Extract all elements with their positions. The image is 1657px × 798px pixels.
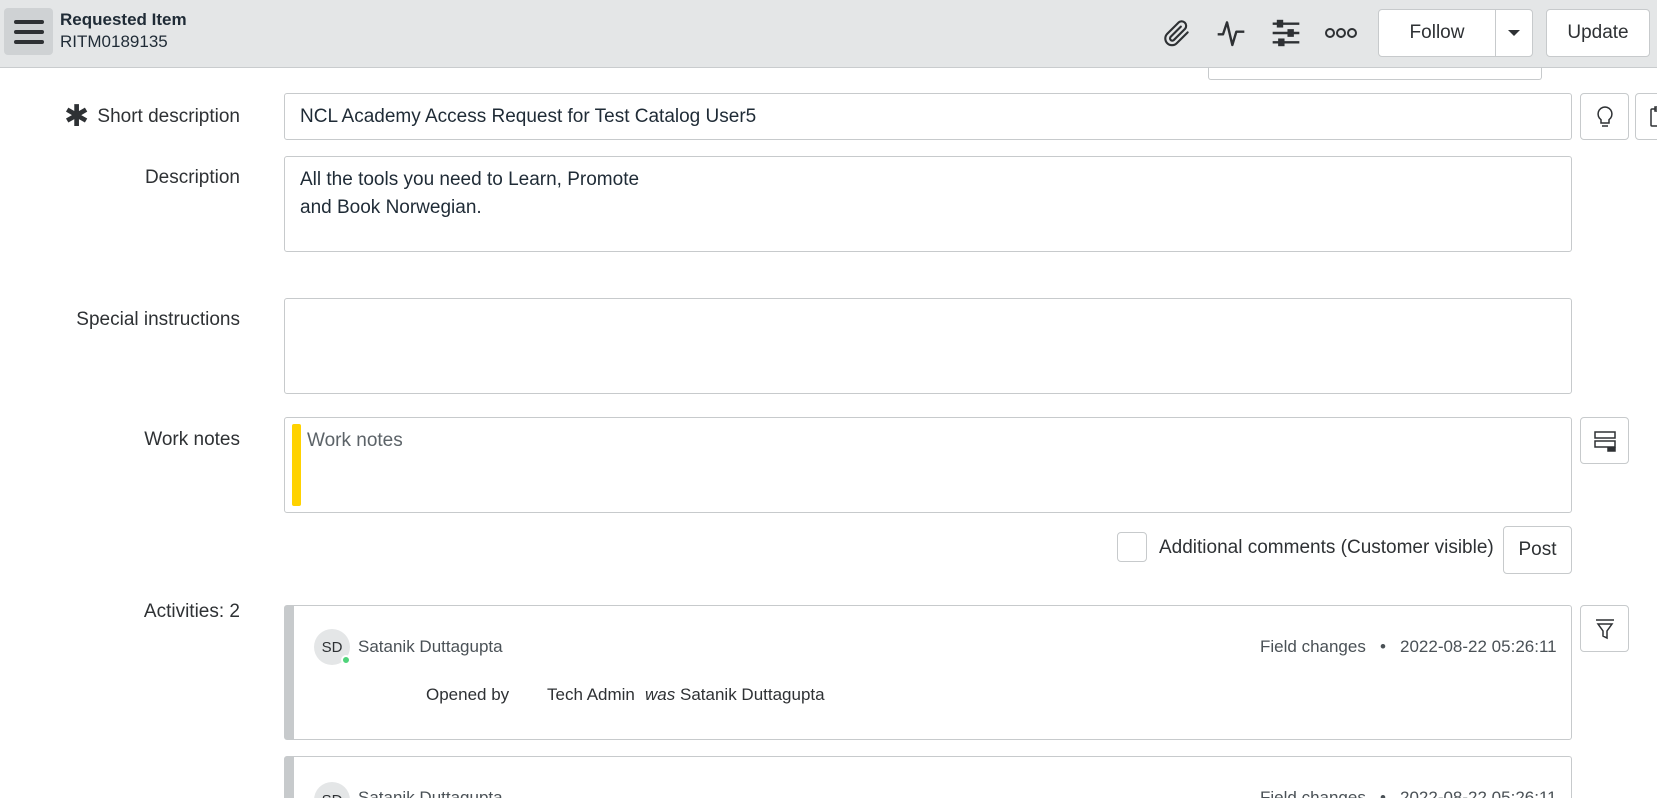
work-notes-placeholder: Work notes: [307, 430, 403, 451]
funnel-icon: [1595, 618, 1614, 639]
paperclip-icon[interactable]: [1158, 15, 1196, 51]
activities-count-label: Activities: 2: [143, 601, 240, 622]
activity-filter-button[interactable]: [1580, 605, 1629, 652]
more-icon[interactable]: [1322, 15, 1360, 51]
activity-timestamp: 2022-08-22 05:26:11: [1400, 788, 1557, 798]
caret-down-icon: [1508, 30, 1520, 36]
follow-dropdown-button[interactable]: [1495, 9, 1533, 57]
stacked-fields-icon: [1593, 430, 1616, 452]
short-description-value: NCL Academy Access Request for Test Cata…: [300, 106, 757, 127]
short-description-field[interactable]: NCL Academy Access Request for Test Cata…: [284, 93, 1572, 140]
description-field[interactable]: All the tools you need to Learn, Promote…: [284, 156, 1572, 252]
avatar: SD: [314, 782, 350, 798]
description-label: Description: [144, 167, 240, 188]
activity-icon[interactable]: [1212, 15, 1250, 51]
activity-user-name[interactable]: Satanik Duttagupta: [358, 788, 503, 798]
activity-entry: SD Satanik Duttagupta Field changes • 20…: [284, 756, 1572, 798]
activity-type: Field changes: [1260, 788, 1366, 798]
suggestion-button[interactable]: [1580, 93, 1629, 140]
work-notes-field[interactable]: Work notes: [284, 417, 1572, 513]
record-number: RITM0189135: [60, 32, 168, 51]
update-button[interactable]: Update: [1546, 9, 1650, 57]
post-button[interactable]: Post: [1503, 526, 1572, 574]
lightbulb-icon: [1596, 105, 1613, 127]
upper-field-edge: [1208, 67, 1542, 80]
follow-button[interactable]: Follow: [1378, 9, 1496, 57]
changed-field-new-value: Tech Admin: [547, 685, 635, 704]
toggle-fields-button[interactable]: [1580, 417, 1629, 464]
changed-field-old-value: Satanik Duttagupta: [680, 685, 825, 704]
activity-entry: SD Satanik Duttagupta Field changes • 20…: [284, 605, 1572, 740]
form-header: Requested Item RITM0189135 Follow Update: [0, 0, 1657, 68]
activity-separator: •: [1380, 637, 1386, 656]
activity-separator: •: [1380, 788, 1386, 798]
additional-comments-label: Additional comments (Customer visible): [1159, 537, 1494, 558]
description-line-1: All the tools you need to Learn, Promote: [300, 169, 640, 190]
special-instructions-label: Special instructions: [76, 309, 240, 330]
was-label: was: [645, 685, 676, 704]
short-description-label: Short description: [97, 106, 240, 127]
required-indicator-icon: ✱: [64, 100, 90, 133]
sliders-icon[interactable]: [1267, 15, 1305, 51]
presence-online-icon: [341, 655, 351, 665]
additional-comments-checkbox[interactable]: [1117, 532, 1147, 562]
activity-timestamp: 2022-08-22 05:26:11: [1400, 637, 1557, 656]
activity-user-name[interactable]: Satanik Duttagupta: [358, 637, 503, 657]
record-type-title: Requested Item: [60, 10, 187, 29]
description-line-2: and Book Norwegian.: [300, 197, 482, 218]
clipboard-button[interactable]: [1635, 93, 1657, 140]
work-notes-accent-bar: [292, 424, 301, 506]
menu-icon[interactable]: [4, 8, 53, 55]
clipboard-icon: [1650, 106, 1657, 127]
special-instructions-field[interactable]: [284, 298, 1572, 394]
work-notes-label: Work notes: [144, 429, 240, 450]
activity-type: Field changes: [1260, 637, 1366, 656]
changed-field-name: Opened by: [426, 685, 510, 704]
